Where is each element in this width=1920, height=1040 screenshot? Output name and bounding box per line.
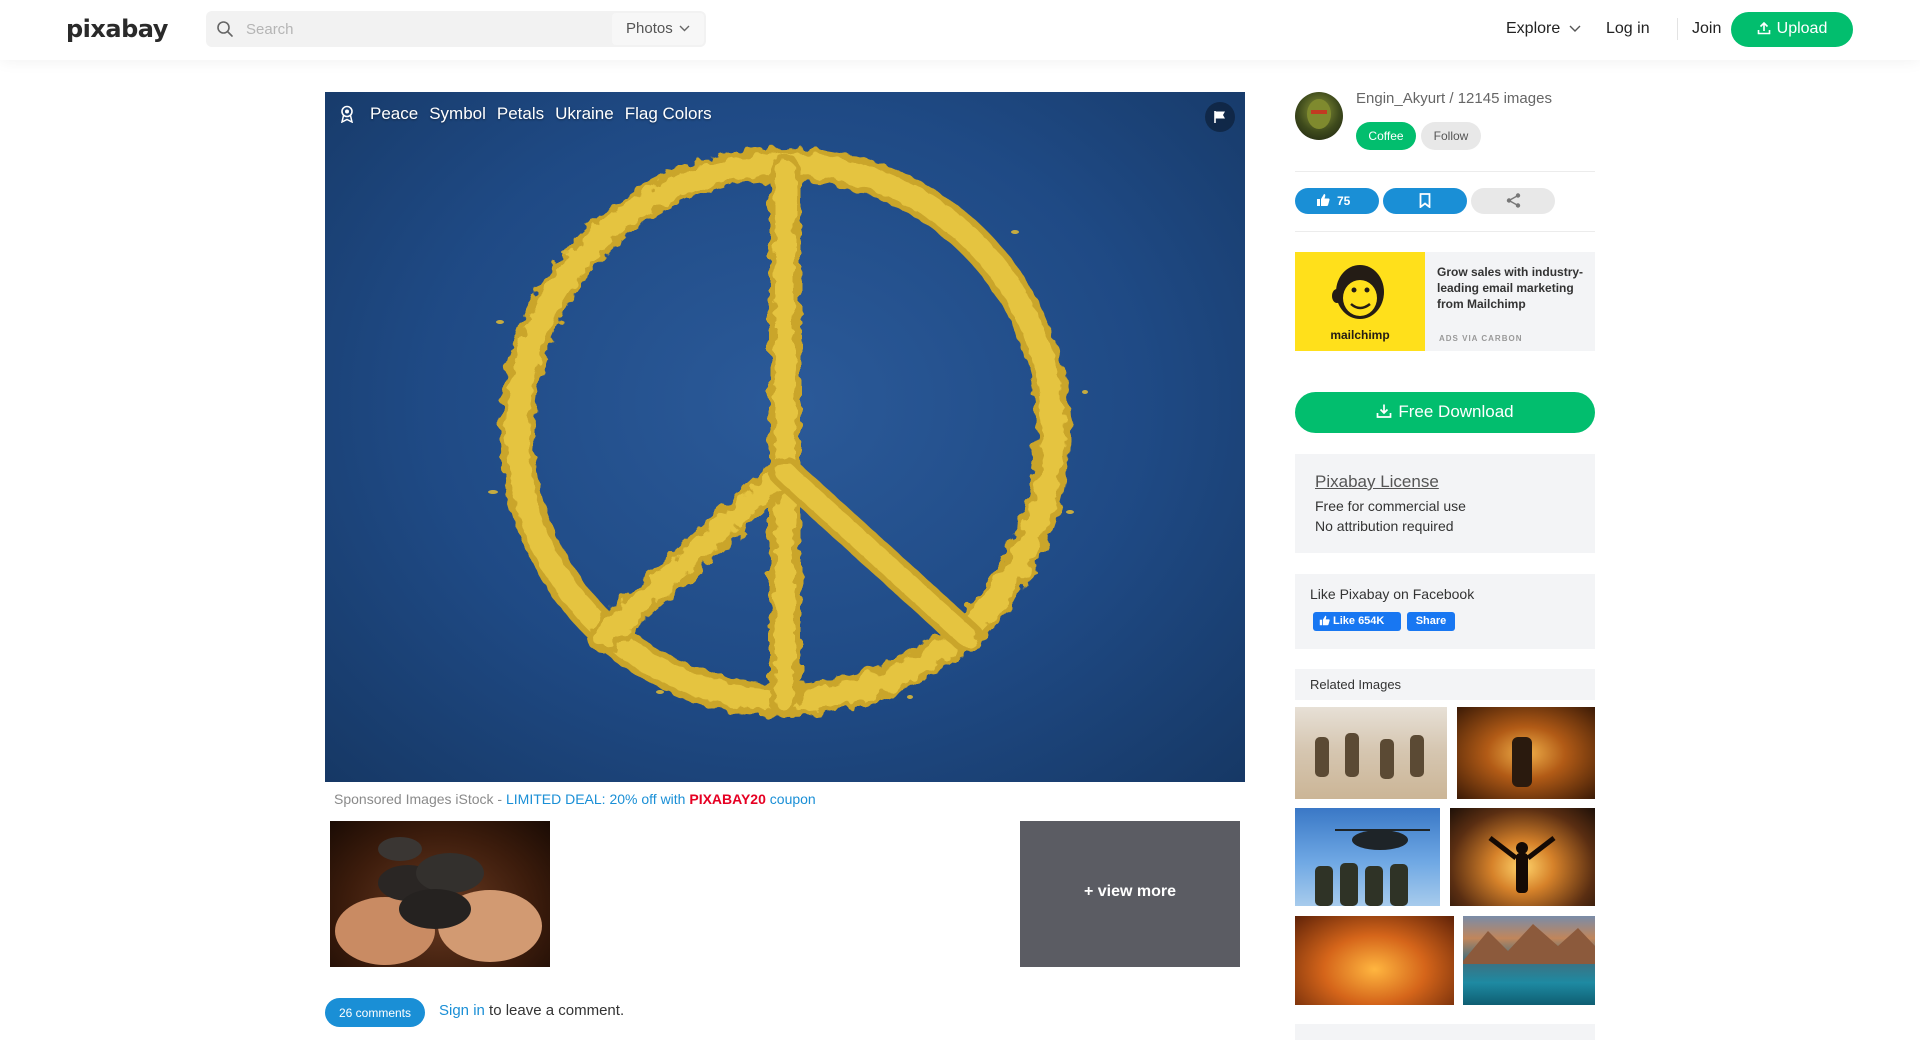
license-line-commercial: Free for commercial use <box>1315 498 1466 514</box>
sponsored-line: Sponsored Images iStock - LIMITED DEAL: … <box>334 791 816 807</box>
sidebar-divider <box>1295 231 1595 232</box>
image-tags: Peace Symbol Petals Ukraine Flag Colors <box>339 104 712 124</box>
explore-label: Explore <box>1506 20 1561 37</box>
related-images-title: Related Images <box>1295 669 1595 700</box>
related-image[interactable] <box>1463 916 1595 1005</box>
mountain-lake-image <box>1463 924 1595 964</box>
peace-sign-petals-image <box>488 147 1088 717</box>
coffee-button[interactable]: Coffee <box>1356 122 1416 150</box>
view-more-button[interactable]: + view more <box>1020 821 1240 967</box>
tag-link[interactable]: Symbol <box>429 104 486 124</box>
upload-icon <box>1757 21 1770 35</box>
carbon-ad[interactable]: mailchimp Grow sales with industry-leadi… <box>1295 252 1595 351</box>
man-sunset-image <box>1488 836 1556 893</box>
follow-button[interactable]: Follow <box>1421 122 1481 150</box>
deal-suffix: coupon <box>765 791 816 807</box>
coupon-code: PIXABAY20 <box>689 791 766 807</box>
mailchimp-wordmark: mailchimp <box>1330 328 1390 342</box>
mailchimp-logo: mailchimp <box>1295 252 1425 351</box>
soldiers-desert-image <box>1315 733 1424 779</box>
join-link[interactable]: Join <box>1676 20 1721 38</box>
chevron-down-icon <box>679 25 690 32</box>
tag-link[interactable]: Ukraine <box>555 104 614 124</box>
upload-label: Upload <box>1776 20 1828 37</box>
ad-text[interactable]: Grow sales with industry-leading email m… <box>1437 264 1587 312</box>
award-icon <box>340 105 354 123</box>
facebook-like-button[interactable]: Like 654K <box>1313 612 1401 631</box>
main-photo[interactable]: Peace Symbol Petals Ukraine Flag Colors <box>325 92 1245 782</box>
author-line[interactable]: Engin_Akyurt / 12145 images <box>1356 90 1552 107</box>
chevron-down-icon <box>1569 25 1581 32</box>
sidebar-next-box <box>1295 1024 1595 1040</box>
download-label: Free Download <box>1398 402 1514 421</box>
facebook-title: Like Pixabay on Facebook <box>1310 586 1475 602</box>
comment-signin-prompt: Sign in to leave a comment. <box>439 1002 624 1019</box>
top-header: pixabay Photos Explore Log in Join Uploa… <box>0 0 1920 60</box>
license-link[interactable]: Pixabay License <box>1315 472 1595 492</box>
like-count: 75 <box>1337 194 1351 208</box>
media-type-select[interactable]: Photos <box>612 13 704 45</box>
sidebar-divider <box>1295 171 1595 172</box>
avatar-image <box>1307 99 1331 129</box>
author-avatar[interactable] <box>1295 92 1343 140</box>
istock-deal-link[interactable]: LIMITED DEAL: 20% off with PIXABAY20 cou… <box>506 791 816 807</box>
ads-via-carbon[interactable]: ADS VIA CARBON <box>1439 334 1522 343</box>
facebook-share-button[interactable]: Share <box>1407 612 1455 631</box>
comments-count-badge[interactable]: 26 comments <box>325 998 425 1027</box>
like-button[interactable]: 75 <box>1295 188 1379 214</box>
related-image[interactable] <box>1295 707 1447 799</box>
free-download-button[interactable]: Free Download <box>1295 392 1595 433</box>
tag-link[interactable]: Petals <box>497 104 544 124</box>
bookmark-icon <box>1419 193 1431 208</box>
media-type-label: Photos <box>626 20 673 37</box>
hands-stones-image <box>335 837 542 965</box>
related-image[interactable] <box>1457 707 1595 799</box>
explore-menu[interactable]: Explore <box>1506 20 1581 38</box>
tag-link[interactable]: Flag Colors <box>625 104 712 124</box>
deal-text: LIMITED DEAL: 20% off with <box>505 791 690 807</box>
tag-link[interactable]: Peace <box>370 104 418 124</box>
save-button[interactable] <box>1383 188 1467 214</box>
related-image[interactable] <box>1295 916 1454 1005</box>
soldier-explosion-image <box>1512 737 1532 787</box>
search-input[interactable] <box>246 11 606 47</box>
related-image[interactable] <box>1450 808 1595 906</box>
facebook-box: Like Pixabay on Facebook Like 654K Share <box>1295 574 1595 649</box>
upload-button[interactable]: Upload <box>1731 12 1853 47</box>
pixabay-logo[interactable]: pixabay <box>66 15 168 43</box>
sponsored-thumbnail[interactable] <box>330 821 550 967</box>
helicopter-soldiers-image <box>1315 829 1430 906</box>
flag-icon <box>1214 111 1225 123</box>
search-icon[interactable] <box>216 20 234 38</box>
download-icon <box>1377 404 1392 418</box>
freddie-icon <box>1332 265 1384 319</box>
search-bar: Photos <box>206 11 706 47</box>
related-image[interactable] <box>1295 808 1440 906</box>
license-box: Pixabay License Free for commercial use … <box>1295 454 1595 553</box>
signin-suffix: to leave a comment. <box>484 1002 625 1019</box>
license-line-attribution: No attribution required <box>1315 518 1454 534</box>
share-icon <box>1506 193 1521 208</box>
thumbs-up-icon <box>1319 615 1330 626</box>
share-button[interactable] <box>1471 188 1555 214</box>
report-button[interactable] <box>1205 102 1235 132</box>
sponsored-prefix: Sponsored Images iStock - <box>334 791 506 807</box>
thumbs-up-icon <box>1317 194 1330 206</box>
facebook-like-label: Like 654K <box>1333 615 1385 627</box>
login-link[interactable]: Log in <box>1606 20 1650 38</box>
signin-link[interactable]: Sign in <box>439 1002 485 1019</box>
